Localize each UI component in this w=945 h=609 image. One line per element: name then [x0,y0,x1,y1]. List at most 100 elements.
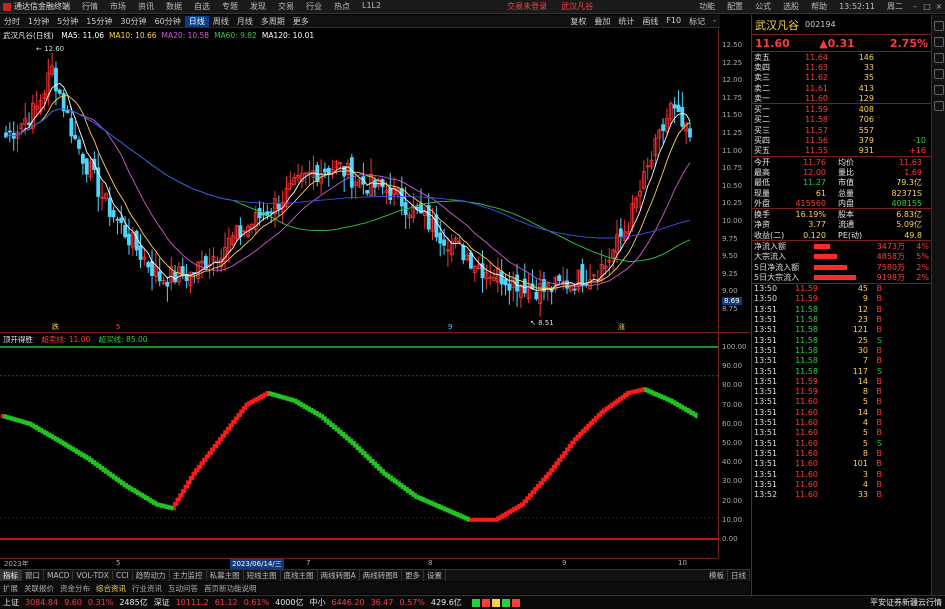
menu-item-5[interactable]: 专题 [216,1,244,12]
info-tab-6[interactable]: 首页新功能说明 [201,583,260,594]
menu-right-item-3[interactable]: 选股 [777,1,805,12]
toolbar-tool-0[interactable]: 复权 [566,16,590,27]
ask-book: 卖五 11.64 146 卖四 11.63 33 卖三 11.62 35 卖二 11.61 413 卖一… [752,52,931,105]
menu-item-0[interactable]: 行情 [76,1,104,12]
info-tab-5[interactable]: 互动问答 [165,583,201,594]
info-tab-4[interactable]: 行业资讯 [129,583,165,594]
indicator-bar [530,490,534,498]
info-tab-3[interactable]: 综合资讯 [93,583,129,594]
period-tab-2[interactable]: 5分钟 [53,16,82,27]
trade-icon[interactable] [933,21,944,31]
indicator-tab-9[interactable]: 底线主图 [281,570,318,581]
menu-item-10[interactable]: L1L2 [356,1,387,12]
indicator-tab-13[interactable]: 设置 [424,570,446,581]
indicator-bar [263,392,266,398]
close-icon[interactable]: × [933,2,945,11]
menu-item-9[interactable]: 热点 [328,1,356,12]
info-tab-0[interactable]: 扩展 [0,583,21,594]
toolbar-tool-5[interactable]: 标记 [685,16,709,27]
toolbar-tool-4[interactable]: F10 [662,16,685,27]
tick-list[interactable]: 13:50 11.59 45 B 13:50 11.59 9 B 13:51 11.58 12 B 13… [752,284,931,500]
price-tick-8: 10.50 [722,181,743,190]
minimize-icon[interactable]: – [909,2,921,11]
period-tab-10[interactable]: 更多 [289,16,313,27]
menu-item-2[interactable]: 资讯 [132,1,160,12]
indicator-tab-11[interactable]: 两线转图B [360,570,402,581]
indicator-tab-3[interactable]: VOL-TDX [73,571,113,580]
period-tab-6[interactable]: 日线 [184,15,209,27]
indicator-bar [684,406,688,412]
period-tab-0[interactable]: 分时 [0,16,24,27]
candlestick-chart[interactable]: ← 12.60 ↖ 8.51 跌 5 9 涨 武汉凡谷(日线) MA5: 11.06 MA1… [0,29,718,331]
bid-row-3[interactable]: 买四 11.56 379 -10 [752,135,931,145]
flow-row-0[interactable]: 净流入额 3473万 4% [752,241,931,251]
ask-row-4[interactable]: 卖一 11.60 129 [752,93,931,103]
app-logo-icon [3,3,11,11]
period-tab-9[interactable]: 多周期 [257,16,289,27]
menu-right-item-4[interactable]: 帮助 [805,1,833,12]
tab-right-0[interactable]: 模板 [706,570,728,581]
menu-item-4[interactable]: 自选 [188,1,216,12]
menu-item-6[interactable]: 发现 [244,1,272,12]
sh-index-label[interactable]: 上证 [0,597,22,608]
sz-index-label[interactable]: 深证 [151,597,173,608]
indicator-axis: 100.00 90.00 80.00 70.00 60.00 50.00 40.00 30.0… [718,332,750,558]
indicator-tab-12[interactable]: 更多 [402,570,424,581]
period-tab-8[interactable]: 月线 [233,16,257,27]
indicator-tab-4[interactable]: CCI [113,571,133,580]
menu-right-item-1[interactable]: 配置 [721,1,749,12]
candle-body [503,278,508,286]
info-tab-2[interactable]: 资金分布 [57,583,93,594]
news-icon[interactable] [933,53,944,63]
candlestick-svg[interactable]: ← 12.60 ↖ 8.51 跌 5 9 涨 [0,29,718,331]
ask-row-2[interactable]: 卖三 11.62 35 [752,73,931,83]
tab-right-1[interactable]: 日线 [728,570,750,581]
indicator-svg[interactable] [0,333,718,559]
menu-item-1[interactable]: 市场 [104,1,132,12]
menu-right-item-2[interactable]: 公式 [749,1,777,12]
bid-row-1[interactable]: 买二 11.58 706 [752,115,931,125]
info-tab-1[interactable]: 关联报价 [21,583,57,594]
indicator-tab-7[interactable]: 私募主图 [207,570,244,581]
period-tab-4[interactable]: 30分钟 [116,16,150,27]
menu-item-3[interactable]: 数据 [160,1,188,12]
period-tab-7[interactable]: 周线 [209,16,233,27]
menu-right-item-0[interactable]: 功能 [693,1,721,12]
flow-row-2[interactable]: 5日净流入额 7580万 2% [752,262,931,272]
indicator-tab-2[interactable]: MACD [44,571,74,580]
menu-item-8[interactable]: 行业 [300,1,328,12]
flow-row-3[interactable]: 5日大宗流入 9198万 2% [752,272,931,282]
flow-row-1[interactable]: 大宗流入 4858万 5% [752,252,931,262]
period-tab-5[interactable]: 60分钟 [151,16,185,27]
bid-row-2[interactable]: 买三 11.57 557 [752,125,931,135]
maximize-icon[interactable]: □ [921,2,933,11]
indicator-tab-10[interactable]: 两线转图A [318,570,360,581]
menu-item-7[interactable]: 交易 [272,1,300,12]
chart-icon[interactable] [933,37,944,47]
more-icon[interactable] [933,101,944,111]
indicator-tab-5[interactable]: 趋势动力 [133,570,170,581]
tick-volume: 9 [862,294,868,304]
ask-row-1[interactable]: 卖四 11.63 33 [752,62,931,72]
period-tab-3[interactable]: 15分钟 [82,16,116,27]
ask-row-3[interactable]: 卖二 11.61 413 [752,83,931,93]
f10-icon[interactable] [933,85,944,95]
toolbar-tool-3[interactable]: 画线 [638,16,662,27]
indicator-panel[interactable]: 顶开得胜 超卖线: 11.00 超买线: 85.00 [0,332,718,558]
period-tab-1[interactable]: 1分钟 [24,16,53,27]
bid-row-0[interactable]: 买一 11.59 408 [752,104,931,114]
bid-row-4[interactable]: 买五 11.55 931 +16 [752,146,931,156]
flow-icon[interactable] [933,69,944,79]
indicator-tab-8[interactable]: 短线主图 [244,570,281,581]
toolbar-tool-6[interactable]: - [709,16,720,27]
indicator-tab-0[interactable]: 指标 [0,570,22,581]
indicator-bar [424,498,428,504]
zx-index-label[interactable]: 中小 [306,597,328,608]
ask-row-0[interactable]: 卖五 11.64 146 [752,52,931,62]
login-status[interactable]: 交易未登录 [507,1,547,12]
toolbar-tool-2[interactable]: 统计 [614,16,638,27]
indicator-tab-1[interactable]: 窗口 [22,570,44,581]
broker-name[interactable]: 平安证券新疆云行情 [867,597,945,608]
toolbar-tool-1[interactable]: 叠加 [590,16,614,27]
indicator-tab-6[interactable]: 主力监控 [170,570,207,581]
